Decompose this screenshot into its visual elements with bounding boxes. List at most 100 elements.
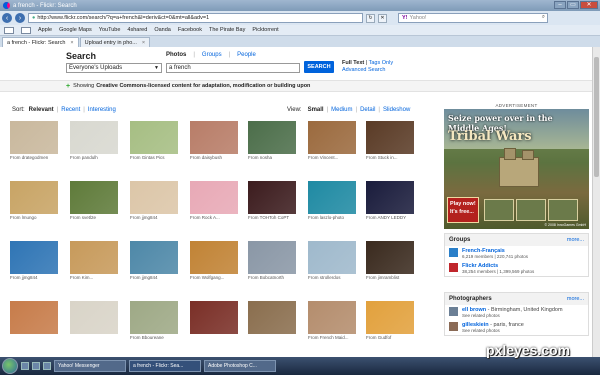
photo-thumbnail-cell[interactable] <box>190 301 248 335</box>
photographer-item[interactable]: gilleskiein - paris, france See related … <box>445 320 588 335</box>
address-bar[interactable]: ● http://www.flickr.com/search/?q=a+fren… <box>28 13 363 23</box>
close-tab-icon[interactable]: × <box>70 40 73 46</box>
photo-thumbnail-cell[interactable]: From nosha <box>248 121 306 160</box>
photo-thumbnail[interactable] <box>130 181 178 214</box>
photo-thumbnail[interactable] <box>130 241 178 274</box>
photo-thumbnail-cell[interactable]: From Gintas Pics <box>130 121 188 160</box>
back-button[interactable]: ‹ <box>2 13 12 23</box>
expand-plus-icon[interactable]: + <box>66 83 70 90</box>
photo-owner-link[interactable]: From nosha <box>248 155 306 160</box>
photo-thumbnail-cell[interactable]: From pandulh <box>70 121 128 160</box>
search-input[interactable]: a french <box>166 63 300 73</box>
search-scope-select[interactable]: Everyone's Uploads ▼ <box>66 63 162 73</box>
photographer-item[interactable]: ell brown - Birmingham, United Kingdom S… <box>445 305 588 320</box>
photo-thumbnail-cell[interactable]: From Bobcatnorth <box>248 241 306 280</box>
tab-people[interactable]: People <box>237 52 256 58</box>
photo-thumbnail-cell[interactable]: From Bboureane <box>130 301 188 340</box>
photo-thumbnail-cell[interactable]: From jimramblist <box>366 241 424 280</box>
photo-thumbnail[interactable] <box>366 241 414 274</box>
photo-owner-link[interactable]: From Vincent... <box>308 155 366 160</box>
photo-owner-link[interactable]: From Kim... <box>70 275 128 280</box>
vertical-scrollbar[interactable] <box>592 47 600 357</box>
quick-launch-icon[interactable] <box>21 362 29 370</box>
photo-owner-link[interactable]: From Wolfgang... <box>190 275 248 280</box>
photo-thumbnail-cell[interactable]: From Wolfgang... <box>190 241 248 280</box>
photo-thumbnail[interactable] <box>70 241 118 274</box>
groups-more-link[interactable]: more... <box>567 237 584 243</box>
photo-thumbnail[interactable] <box>10 241 58 274</box>
photo-owner-link[interactable]: From jjmg844 <box>130 215 188 220</box>
photo-thumbnail-cell[interactable]: From jjmg844 <box>10 241 68 280</box>
maximize-button[interactable]: ▭ <box>567 1 579 9</box>
photo-thumbnail[interactable] <box>366 181 414 214</box>
photo-thumbnail-cell[interactable] <box>248 301 306 335</box>
photo-thumbnail[interactable] <box>366 301 414 334</box>
photo-owner-link[interactable]: From svetl2e <box>70 215 128 220</box>
view-slideshow[interactable]: Slideshow <box>383 107 410 113</box>
photo-thumbnail-cell[interactable]: From Stuck in... <box>366 121 424 160</box>
photo-thumbnail[interactable] <box>366 121 414 154</box>
see-related-link[interactable]: See related photos <box>462 328 524 333</box>
forward-button[interactable]: › <box>15 13 25 23</box>
photo-owner-link[interactable]: From Stuck in... <box>366 155 424 160</box>
photo-thumbnail[interactable] <box>308 241 356 274</box>
photo-owner-link[interactable]: From pandulh <box>70 155 128 160</box>
photo-thumbnail[interactable] <box>70 181 118 214</box>
view-detail[interactable]: Detail <box>360 107 375 113</box>
photo-thumbnail-cell[interactable]: From TOHToh CoPT <box>248 181 306 220</box>
top-sites-grid-icon[interactable] <box>21 26 31 34</box>
sort-interesting[interactable]: Interesting <box>88 107 116 113</box>
bookmark-item[interactable]: YouTube <box>99 27 121 33</box>
start-orb-icon[interactable] <box>2 358 18 374</box>
photo-thumbnail[interactable] <box>10 121 58 154</box>
tab-flickr-search[interactable]: a french - Flickr: Search × <box>2 37 79 47</box>
tags-only-option[interactable]: Tags Only <box>369 60 393 66</box>
bookmarks-book-icon[interactable] <box>4 26 14 34</box>
photo-thumbnail[interactable] <box>248 301 296 334</box>
photo-thumbnail[interactable] <box>10 301 58 334</box>
bookmark-item[interactable]: Apple <box>38 27 52 33</box>
photo-thumbnail-cell[interactable]: From laszlo-photo <box>308 181 366 220</box>
see-related-link[interactable]: See related photos <box>462 313 563 318</box>
group-item[interactable]: Flickr Addicts 38,254 members | 1,399,56… <box>445 261 588 276</box>
advertisement-banner[interactable]: Seize power over in the Middle Ages! Tri… <box>444 109 589 229</box>
photo-thumbnail-cell[interactable]: From ANDY LEDDY <box>366 181 424 220</box>
search-button[interactable]: SEARCH <box>304 61 334 73</box>
photo-owner-link[interactable]: From laszlo-photo <box>308 215 366 220</box>
photo-owner-link[interactable]: From French Maid... <box>308 335 366 340</box>
group-item[interactable]: French-Français 6,219 members | 220,741 … <box>445 246 588 261</box>
bookmark-item[interactable]: Google Maps <box>59 27 92 33</box>
tab-photos[interactable]: Photos <box>166 52 186 58</box>
photo-thumbnail-cell[interactable]: From daisybush <box>190 121 248 160</box>
photo-owner-link[interactable]: From Bobcatnorth <box>248 275 306 280</box>
photo-thumbnail[interactable] <box>190 121 238 154</box>
photo-thumbnail[interactable] <box>130 121 178 154</box>
photo-thumbnail-cell[interactable]: From lmungo <box>10 181 68 220</box>
photo-owner-link[interactable]: From TOHToh CoPT <box>248 215 306 220</box>
view-medium[interactable]: Medium <box>331 107 352 113</box>
photo-thumbnail[interactable] <box>10 181 58 214</box>
photographers-more-link[interactable]: more... <box>567 296 584 302</box>
photo-thumbnail[interactable] <box>248 121 296 154</box>
photo-thumbnail[interactable] <box>130 301 178 334</box>
photo-thumbnail-cell[interactable]: From Rock A... <box>190 181 248 220</box>
photo-thumbnail[interactable] <box>190 181 238 214</box>
task-firefox[interactable]: a french - Flickr: Sea... <box>129 360 201 372</box>
photo-thumbnail-cell[interactable]: From svetl2e <box>70 181 128 220</box>
photo-thumbnail[interactable] <box>190 301 238 334</box>
photo-owner-link[interactable]: From jjmg844 <box>10 275 68 280</box>
bookmark-item[interactable]: Picktorrent <box>252 27 278 33</box>
photo-owner-link[interactable]: From Gintas Pics <box>130 155 188 160</box>
full-text-option[interactable]: Full Text <box>342 60 364 66</box>
minimize-button[interactable]: – <box>554 1 566 9</box>
photo-thumbnail-cell[interactable]: From Kim... <box>70 241 128 280</box>
photo-owner-link[interactable]: From strollerdos <box>308 275 366 280</box>
quick-launch-icon[interactable] <box>32 362 40 370</box>
bookmark-item[interactable]: Facebook <box>178 27 202 33</box>
task-photoshop[interactable]: Adobe Photoshop C... <box>204 360 276 372</box>
tab-groups[interactable]: Groups <box>202 52 222 58</box>
photo-thumbnail-cell[interactable]: From strollerdos <box>308 241 366 280</box>
photo-thumbnail[interactable] <box>308 181 356 214</box>
photo-thumbnail[interactable] <box>248 241 296 274</box>
photo-thumbnail[interactable] <box>248 181 296 214</box>
